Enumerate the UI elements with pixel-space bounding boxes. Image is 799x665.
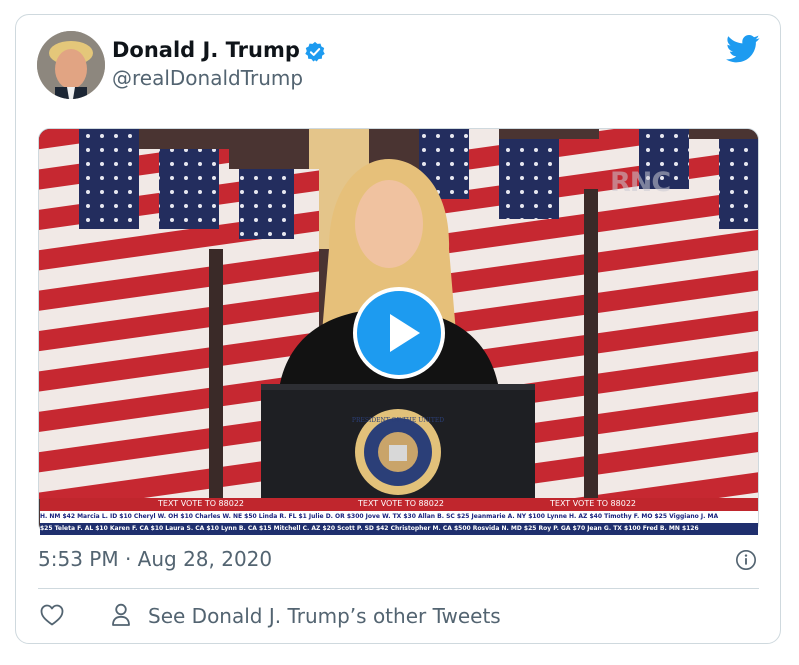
tweet-timestamp[interactable]: 5:53 PM · Aug 28, 2020 (38, 547, 272, 571)
twitter-bird-icon[interactable] (726, 34, 760, 64)
author-name[interactable]: Donald J. Trump (112, 38, 300, 62)
heart-icon[interactable] (40, 604, 64, 626)
verified-badge-icon (305, 41, 325, 62)
avatar[interactable] (37, 31, 105, 99)
seal-text: PRESIDENT OF THE UNITED (352, 417, 444, 424)
person-icon[interactable] (111, 603, 131, 627)
play-icon[interactable] (353, 287, 445, 379)
avatar-image (37, 31, 105, 99)
donor-ticker-bottom: $25 Teleta F. AL $10 Karen F. CA $10 Lau… (40, 523, 758, 535)
donor-ticker-top: H. NM $42 Marcia L. ID $10 Cheryl W. OH … (40, 511, 758, 523)
vote-banner-text: TEXT VOTE TO 88022 (158, 499, 244, 508)
vote-banner-text: TEXT VOTE TO 88022 (550, 499, 636, 508)
see-other-tweets-link[interactable]: See Donald J. Trump’s other Tweets (148, 604, 501, 628)
info-icon[interactable] (735, 549, 757, 571)
divider (38, 588, 759, 589)
author-handle[interactable]: @realDonaldTrump (112, 66, 303, 90)
vote-banner: TEXT VOTE TO 88022 TEXT VOTE TO 88022 TE… (40, 498, 758, 511)
rnc-watermark: RNC (610, 167, 671, 198)
vote-banner-text: TEXT VOTE TO 88022 (358, 499, 444, 508)
